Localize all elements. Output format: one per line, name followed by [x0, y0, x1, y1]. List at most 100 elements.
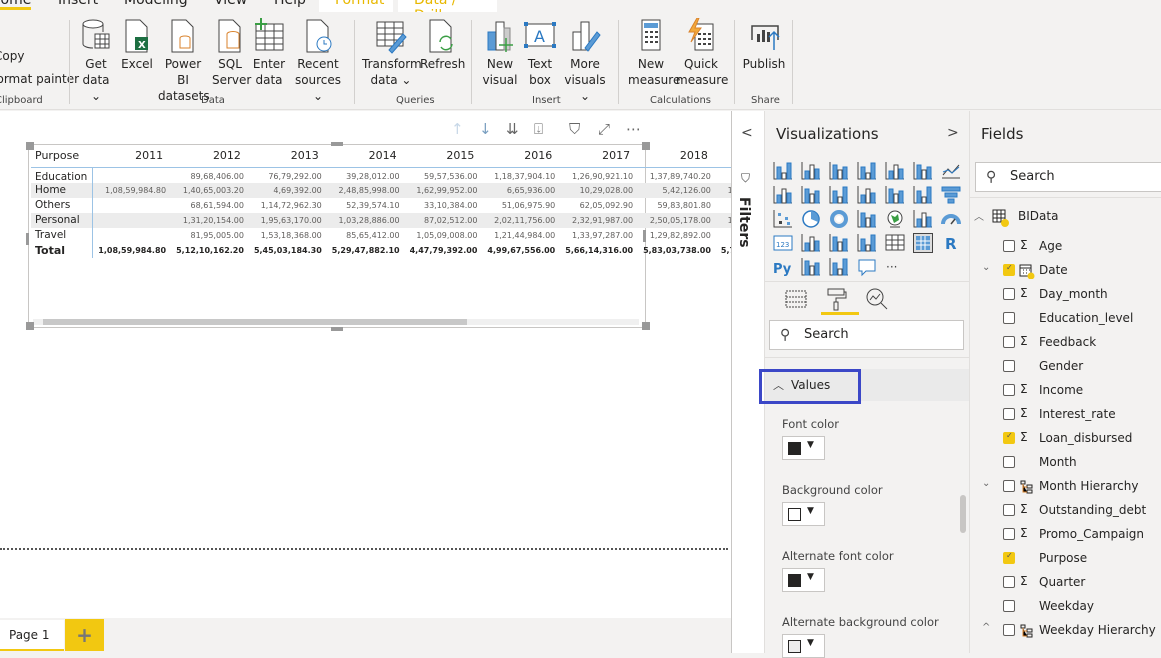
row-label[interactable]: Others — [31, 197, 94, 213]
field-checkbox[interactable] — [1003, 528, 1015, 540]
total-cell[interactable]: 5,29,47,882.10 — [327, 243, 405, 258]
field-checkbox[interactable] — [1003, 456, 1015, 468]
matrix-cell[interactable]: 2,48,85,998.00 — [326, 182, 405, 198]
matrix-cell[interactable]: 51,06,975.90 — [482, 198, 560, 213]
tab-insert[interactable]: Insert — [58, 0, 98, 12]
matrix-visual[interactable]: Purpose 2011 2012 2013 2014 2015 2016 20… — [28, 144, 794, 328]
100-stacked-bar-chart-icon[interactable] — [885, 161, 905, 181]
field-item[interactable]: Weekday — [970, 595, 1161, 619]
total-cell[interactable]: 5,83,03,738.00 — [638, 243, 716, 258]
transform-data-button[interactable]: Transform data ⌄ — [362, 18, 422, 88]
enter-data-button[interactable]: Enter data — [252, 18, 286, 88]
field-item[interactable]: Σ Interest_rate — [970, 403, 1161, 427]
column-header[interactable]: 2012 — [171, 145, 249, 168]
funnel-chart-icon[interactable] — [941, 185, 961, 205]
pie-chart-icon[interactable] — [801, 209, 821, 229]
matrix-cell[interactable] — [93, 198, 171, 213]
color-picker[interactable]: ▼ — [782, 436, 825, 460]
field-checkbox[interactable] — [1003, 288, 1015, 300]
fields-well-icon[interactable] — [785, 289, 807, 309]
get-data-button[interactable]: Get data ⌄ — [78, 18, 114, 104]
table-node[interactable]: ︿ BIData — [970, 205, 1161, 229]
field-item[interactable]: Σ Quarter — [970, 571, 1161, 595]
100-stacked-column-chart-icon[interactable] — [913, 161, 933, 181]
matrix-cell[interactable]: 2,50,05,178.00 — [638, 212, 716, 228]
go-to-next-level-icon[interactable]: ⇊ — [506, 120, 519, 138]
more-visuals-icon[interactable]: ··· — [885, 257, 905, 277]
resize-handle[interactable] — [331, 142, 343, 146]
row-label[interactable]: Personal — [31, 212, 94, 228]
matrix-cell[interactable]: 2,02,11,756.00 — [482, 212, 561, 228]
table-icon[interactable] — [885, 233, 905, 253]
field-item[interactable]: Σ Promo_Campaign — [970, 523, 1161, 547]
field-item[interactable]: ⌄ Date — [970, 259, 1161, 283]
column-header[interactable]: 2011 — [92, 145, 172, 168]
line-clustered-column-chart-icon[interactable] — [857, 185, 877, 205]
matrix-icon[interactable] — [912, 232, 934, 254]
matrix-cell[interactable] — [93, 167, 171, 183]
row-label[interactable]: Travel — [31, 227, 94, 243]
field-checkbox[interactable] — [1003, 408, 1015, 420]
matrix-cell[interactable]: 2,32,91,987.00 — [560, 212, 639, 228]
field-checkbox[interactable] — [1003, 431, 1015, 444]
matrix-cell[interactable]: 62,05,092.90 — [560, 198, 638, 213]
color-picker[interactable]: ▼ — [782, 502, 825, 526]
scrollbar-thumb[interactable] — [43, 319, 467, 325]
resize-handle[interactable] — [26, 322, 34, 330]
collapse-visualizations-icon[interactable]: > — [947, 125, 959, 141]
matrix-cell[interactable]: 1,29,82,892.00 — [638, 228, 716, 243]
more-visuals-button[interactable]: More visuals ⌄ — [562, 18, 608, 104]
excel-button[interactable]: X Excel — [120, 18, 154, 72]
tab-format[interactable]: Format — [319, 0, 393, 12]
field-checkbox[interactable] — [1003, 336, 1015, 348]
matrix-cell[interactable]: 1,26,90,921.10 — [560, 167, 638, 183]
matrix-cell[interactable]: 10,29,028.00 — [560, 182, 639, 198]
r-script-visual-icon[interactable]: R — [941, 233, 961, 253]
field-checkbox[interactable] — [1003, 504, 1015, 516]
total-cell[interactable]: 4,47,79,392.00 — [405, 243, 483, 258]
treemap-icon[interactable] — [857, 209, 877, 229]
format-painter-button[interactable]: Format painter — [0, 71, 79, 87]
focus-mode-icon[interactable]: ⤢ — [598, 120, 610, 138]
matrix-cell[interactable]: 87,02,512.00 — [404, 212, 483, 228]
matrix-cell[interactable]: 6,65,936.00 — [482, 182, 561, 198]
field-item[interactable]: Purpose — [970, 547, 1161, 571]
scatter-chart-icon[interactable] — [773, 209, 793, 229]
chevron-down-icon[interactable]: ⌄ — [982, 262, 990, 273]
field-checkbox[interactable] — [1003, 624, 1015, 636]
matrix-cell[interactable]: 1,08,59,984.80 — [92, 182, 172, 198]
resize-handle[interactable] — [642, 142, 650, 150]
tab-home[interactable]: Home — [0, 0, 32, 10]
column-header[interactable]: 2016 — [482, 145, 561, 168]
matrix-cell[interactable]: 1,05,09,008.00 — [405, 228, 483, 243]
field-item[interactable]: Gender — [970, 355, 1161, 379]
resize-handle[interactable] — [643, 230, 646, 242]
field-item[interactable]: ⌄ Month Hierarchy — [970, 475, 1161, 499]
matrix-cell[interactable]: 81,95,005.00 — [171, 228, 249, 243]
stacked-area-chart-icon[interactable] — [801, 185, 821, 205]
horizontal-scrollbar[interactable] — [33, 319, 639, 325]
matrix-cell[interactable]: 4,69,392.00 — [248, 182, 327, 198]
field-checkbox[interactable] — [1003, 384, 1015, 396]
matrix-cell[interactable]: 1,40,65,003.20 — [171, 182, 249, 198]
color-picker[interactable]: ▼ — [782, 634, 825, 658]
fields-search[interactable]: ⚲ Search — [975, 162, 1161, 192]
tab-help[interactable]: Help — [274, 0, 306, 12]
matrix-cell[interactable]: 68,61,594.00 — [171, 198, 249, 213]
pane-scrollbar[interactable] — [960, 495, 966, 533]
filled-map-icon[interactable] — [913, 209, 933, 229]
total-cell[interactable]: 5,45,03,184.30 — [249, 243, 327, 258]
drill-down-icon[interactable]: ↓ — [479, 120, 492, 138]
publish-button[interactable]: Publish — [742, 18, 786, 72]
stacked-bar-chart-icon[interactable] — [773, 161, 793, 181]
card-icon[interactable]: 123 — [773, 233, 793, 253]
analytics-icon[interactable] — [865, 287, 889, 311]
row-header[interactable]: Purpose — [31, 145, 93, 168]
field-checkbox[interactable] — [1003, 360, 1015, 372]
total-cell[interactable]: 4,99,67,556.00 — [482, 243, 560, 258]
tab-view[interactable]: View — [214, 0, 247, 12]
chevron-down-icon[interactable]: ⌄ — [982, 478, 990, 489]
column-header[interactable]: 2015 — [404, 145, 483, 168]
matrix-cell[interactable]: 76,79,292.00 — [249, 167, 327, 183]
multi-row-card-icon[interactable] — [801, 233, 821, 253]
